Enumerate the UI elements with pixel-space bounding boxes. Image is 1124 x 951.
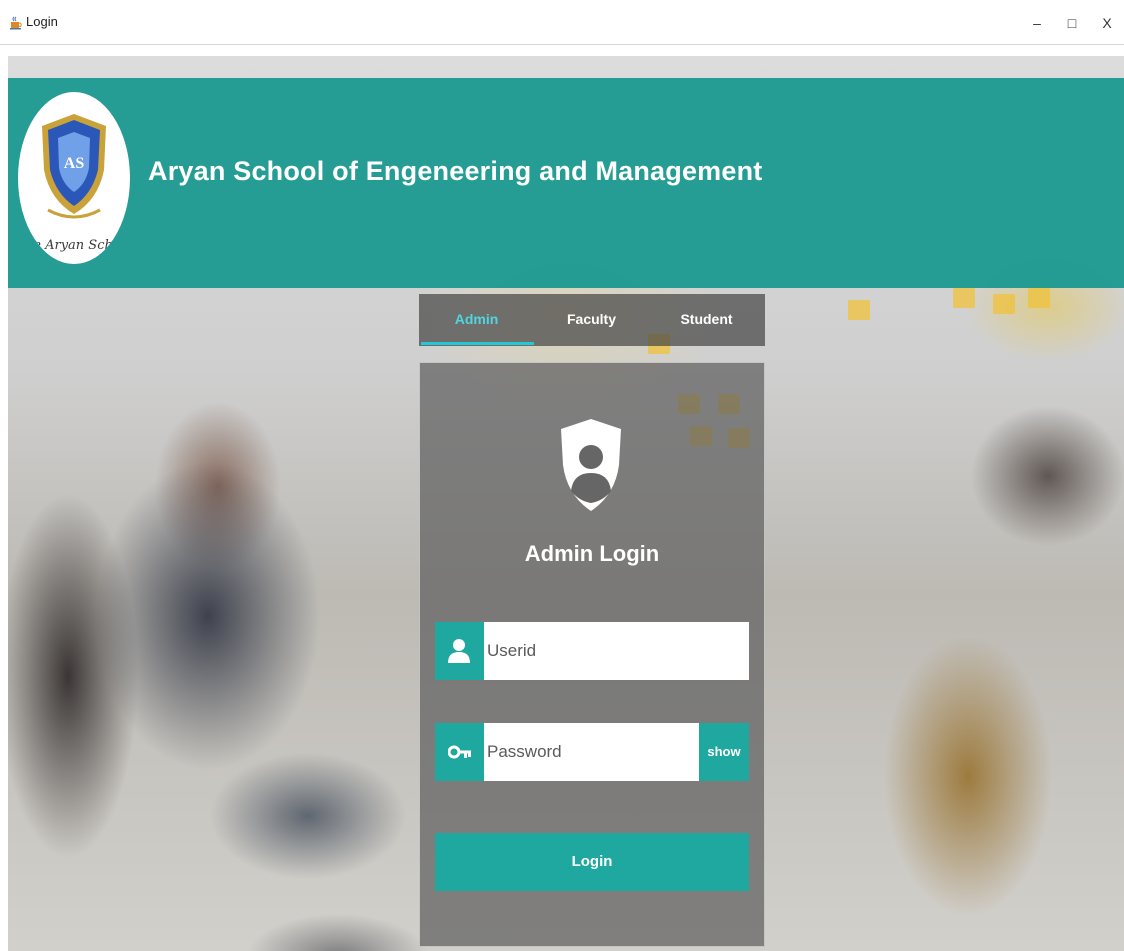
userid-input[interactable] xyxy=(487,622,745,680)
minimize-button[interactable]: – xyxy=(1022,10,1052,36)
window-titlebar: Login – □ X xyxy=(0,0,1124,45)
close-button[interactable]: X xyxy=(1092,10,1122,36)
tab-faculty[interactable]: Faculty xyxy=(534,294,649,344)
login-title: Admin Login xyxy=(524,541,660,566)
show-password-button[interactable]: show xyxy=(699,723,749,781)
maximize-button[interactable]: □ xyxy=(1057,10,1087,36)
java-cup-icon xyxy=(9,16,23,30)
user-shield-icon xyxy=(559,417,623,518)
school-name: Aryan School of Engeneering and Manageme… xyxy=(148,156,763,186)
svg-text:AS: AS xyxy=(64,155,85,172)
login-panel: Admin Login show Login xyxy=(419,362,765,947)
role-tabs: Admin Faculty Student xyxy=(419,294,765,346)
key-icon xyxy=(435,723,484,781)
wall-note xyxy=(953,288,975,308)
password-field: show xyxy=(435,723,749,781)
password-input[interactable] xyxy=(487,723,699,781)
window-title: Login xyxy=(26,14,58,29)
login-button[interactable]: Login xyxy=(435,833,749,891)
active-tab-indicator xyxy=(421,342,534,345)
tab-admin[interactable]: Admin xyxy=(419,294,534,344)
wall-note xyxy=(993,294,1015,314)
background-photo: AS e Aryan Scho Aryan School of Engeneer… xyxy=(8,56,1124,951)
userid-field xyxy=(435,622,749,680)
logo-script-text: e Aryan Scho xyxy=(33,238,121,253)
user-icon xyxy=(435,622,484,680)
wall-note xyxy=(848,300,870,320)
wall-note xyxy=(1028,288,1050,308)
school-logo: AS e Aryan Scho xyxy=(18,92,130,264)
tab-student[interactable]: Student xyxy=(649,294,764,344)
